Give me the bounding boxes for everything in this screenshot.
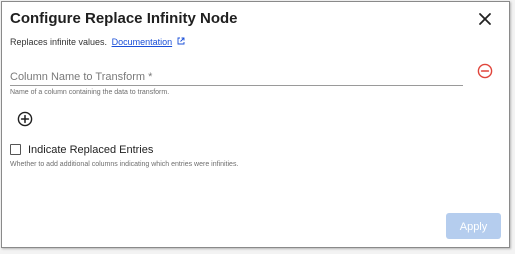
external-link-icon[interactable]	[177, 37, 185, 45]
close-button[interactable]	[476, 10, 494, 28]
column-name-input[interactable]	[10, 69, 463, 85]
documentation-link[interactable]: Documentation	[112, 37, 173, 47]
dialog-title: Configure Replace Infinity Node	[10, 10, 238, 27]
dialog-subtitle: Replaces infinite values. Documentation	[10, 37, 185, 47]
configure-dialog: Configure Replace Infinity Node Replaces…	[1, 1, 510, 248]
indicate-replaced-row: Indicate Replaced Entries	[10, 143, 153, 156]
subtitle-text: Replaces infinite values.	[10, 37, 108, 47]
indicate-replaced-checkbox[interactable]	[10, 144, 21, 155]
remove-circle-icon	[477, 63, 493, 79]
indicate-replaced-helper: Whether to add additional columns indica…	[10, 161, 239, 168]
add-circle-icon	[17, 111, 33, 127]
apply-button[interactable]: Apply	[446, 213, 501, 239]
close-icon	[479, 13, 491, 25]
add-column-button[interactable]	[17, 111, 33, 127]
column-name-field[interactable]	[10, 67, 463, 86]
column-name-helper: Name of a column containing the data to …	[10, 89, 170, 96]
indicate-replaced-label[interactable]: Indicate Replaced Entries	[28, 144, 153, 156]
remove-column-button[interactable]	[477, 63, 493, 79]
